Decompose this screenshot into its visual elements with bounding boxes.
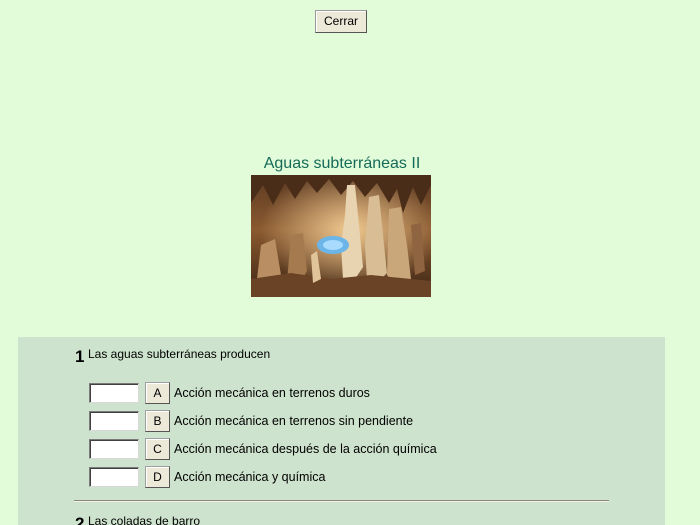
cave-photo (251, 175, 431, 297)
question-1-text: Las aguas subterráneas producen (88, 347, 271, 361)
option-button-b[interactable]: B (145, 410, 170, 432)
question-2-number: 2 (75, 514, 85, 525)
option-button-a[interactable]: A (145, 382, 170, 404)
option-text-a: Acción mecánica en terrenos duros (174, 386, 370, 400)
close-button[interactable]: Cerrar (315, 10, 367, 33)
question-divider (74, 500, 609, 502)
answer-input-a[interactable] (89, 383, 139, 403)
option-text-c: Acción mecánica después de la acción quí… (174, 442, 437, 456)
exercise-window: Cerrar Aguas subterráneas II 1 Las aguas… (0, 0, 700, 525)
answer-input-b[interactable] (89, 411, 139, 431)
option-text-b: Acción mecánica en terrenos sin pendient… (174, 414, 414, 428)
page-title: Aguas subterráneas II (263, 155, 421, 172)
questions-panel (18, 337, 665, 525)
question-1-number: 1 (75, 347, 85, 366)
answer-input-c[interactable] (89, 439, 139, 459)
option-button-d[interactable]: D (145, 466, 170, 488)
answer-input-d[interactable] (89, 467, 139, 487)
question-2-text: Las coladas de barro (88, 514, 201, 525)
option-text-d: Acción mecánica y química (174, 470, 326, 484)
option-button-c[interactable]: C (145, 438, 170, 460)
